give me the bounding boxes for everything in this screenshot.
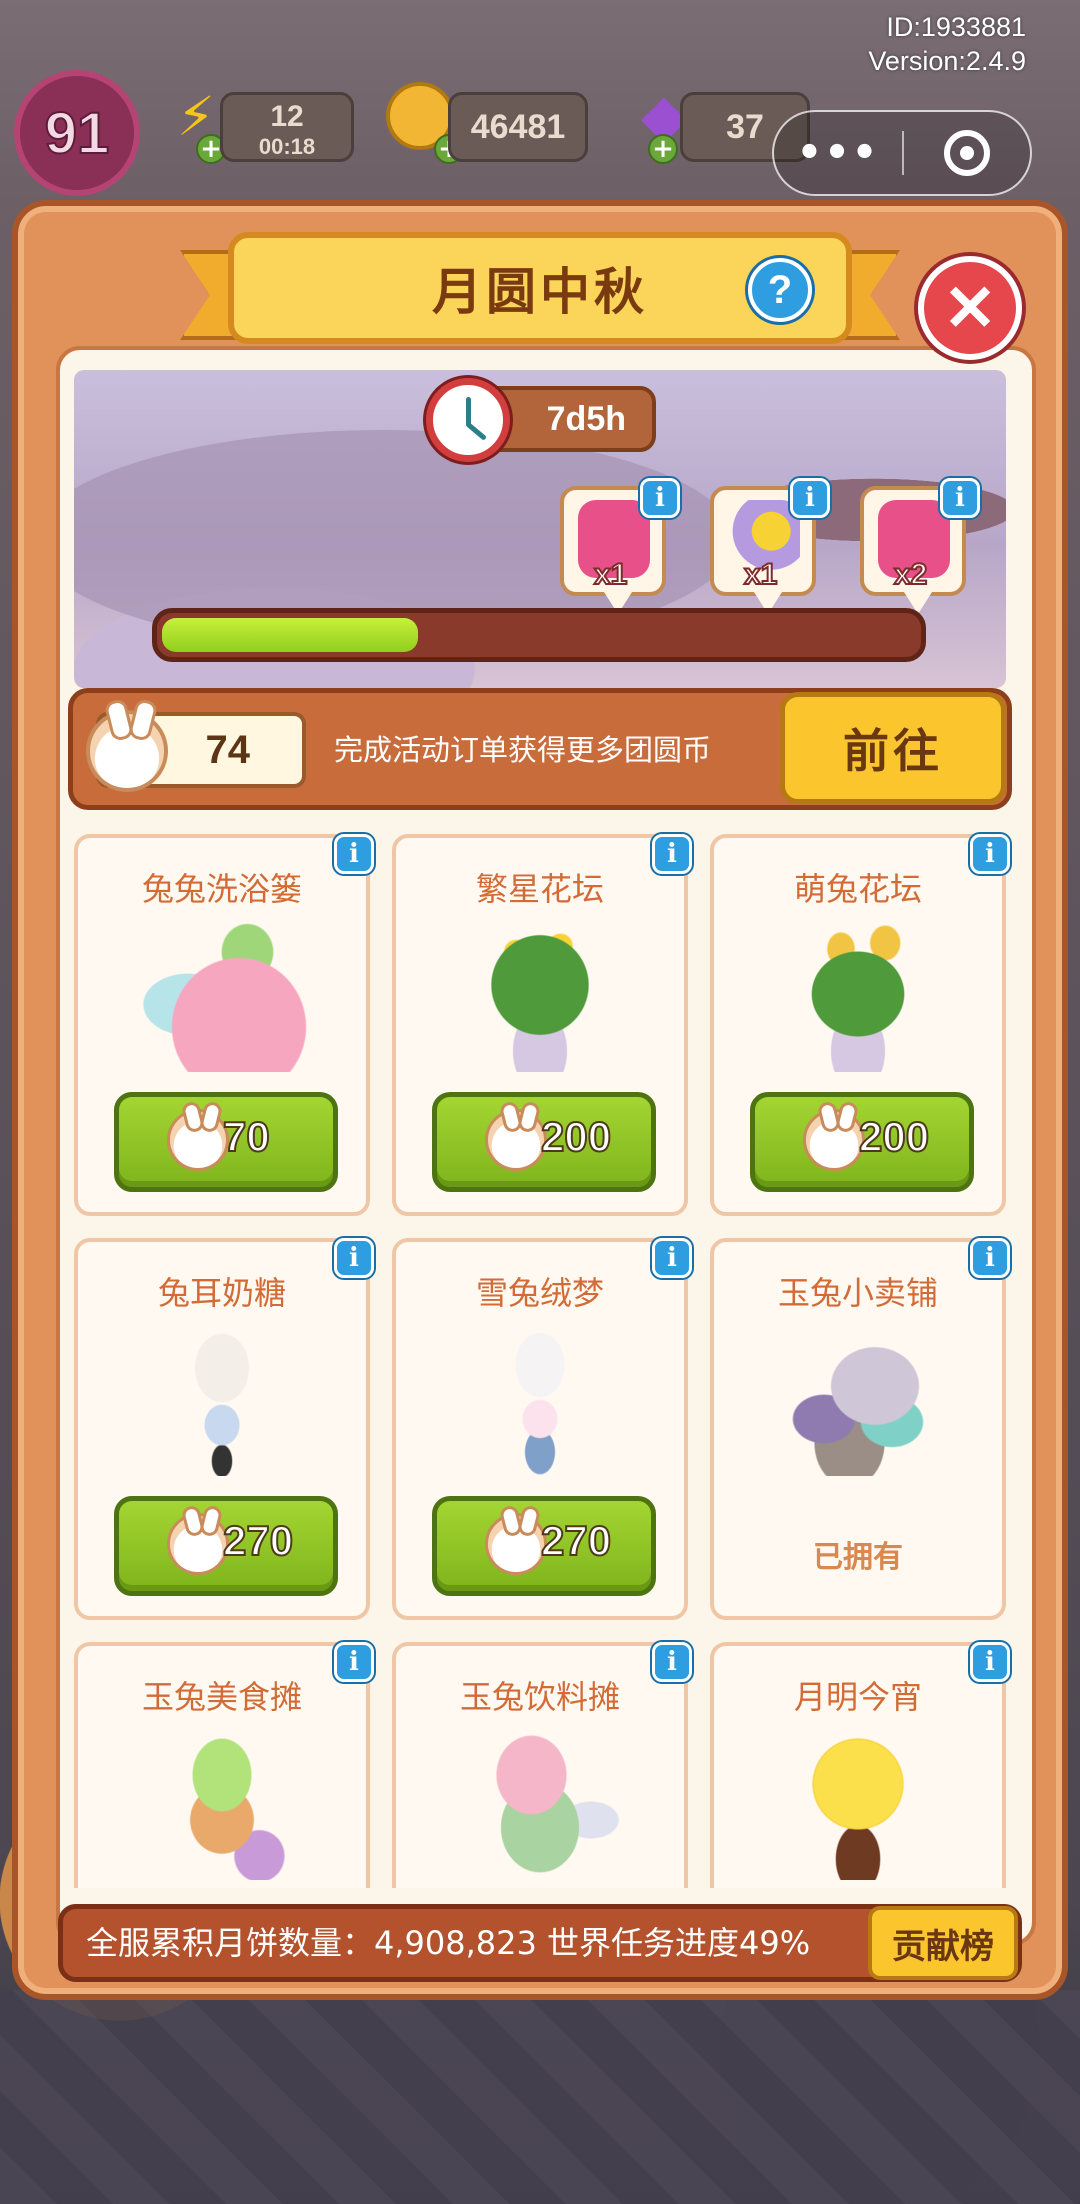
event-title: 月圆中秋 xyxy=(432,263,648,321)
item-name: 玉兔美食摊 xyxy=(141,1678,302,1716)
star-flowerbed-icon xyxy=(455,922,625,1072)
bunny-ear-girl-icon xyxy=(137,1326,307,1476)
bunny-flowerbed-icon xyxy=(773,922,943,1072)
item-name: 萌兔花坛 xyxy=(793,870,922,908)
item-info-icon[interactable]: i xyxy=(970,1238,1010,1278)
item-price: 200 xyxy=(858,1112,930,1161)
owned-label: 已拥有 xyxy=(813,1540,903,1575)
shop-item-card[interactable]: 兔兔洗浴篓 70 xyxy=(74,834,370,1216)
event-progress-bar xyxy=(152,608,926,662)
event-timer-text: 7d5h xyxy=(546,399,626,438)
world-progress-text: 全服累积月饼数量：4,908,823 世界任务进度49% xyxy=(86,1924,811,1962)
shop-item-card[interactable]: 玉兔小卖铺 已拥有 xyxy=(710,1238,1006,1620)
version-label: Version:2.4.9 xyxy=(868,46,1026,76)
bunny-coin-icon xyxy=(485,1513,547,1575)
reward-3-info-icon[interactable]: i xyxy=(940,478,980,518)
item-info-icon[interactable]: i xyxy=(334,1642,374,1682)
item-name: 兔耳奶糖 xyxy=(157,1274,286,1312)
item-name: 玉兔饮料摊 xyxy=(459,1678,620,1716)
shop-item-card[interactable]: 玉兔饮料摊 xyxy=(392,1642,688,1888)
food-stall-icon xyxy=(137,1730,307,1880)
item-info-icon[interactable]: i xyxy=(652,1238,692,1278)
go-button[interactable]: 前往 xyxy=(780,692,1006,804)
buy-button[interactable]: 270 xyxy=(432,1496,656,1596)
snow-bunny-boy-icon xyxy=(455,1326,625,1476)
bunny-coin-icon xyxy=(167,1513,229,1575)
drink-stall-icon xyxy=(455,1730,625,1880)
item-info-icon[interactable]: i xyxy=(970,834,1010,874)
shop-item-card[interactable]: 玉兔美食摊 xyxy=(74,1642,370,1888)
bath-basket-icon xyxy=(137,922,307,1072)
buy-button[interactable]: 70 xyxy=(114,1092,338,1192)
reward-qty: x2 xyxy=(893,557,928,592)
item-name: 玉兔小卖铺 xyxy=(777,1274,938,1312)
item-price: 270 xyxy=(540,1516,612,1565)
shop-item-card[interactable]: 萌兔花坛 200 xyxy=(710,834,1006,1216)
reward-qty: x1 xyxy=(593,557,628,592)
clock-icon xyxy=(426,378,510,462)
item-info-icon[interactable]: i xyxy=(970,1642,1010,1682)
player-id: ID:1933881 xyxy=(886,12,1026,42)
bunny-coin-icon xyxy=(803,1109,865,1171)
item-name: 繁星花坛 xyxy=(475,870,604,908)
moon-lamp-icon xyxy=(773,1730,943,1880)
build-info: ID:1933881 Version:2.4.9 xyxy=(868,10,1026,78)
energy-value: 12 xyxy=(270,100,304,133)
item-info-icon[interactable]: i xyxy=(652,1642,692,1682)
event-progress-fill xyxy=(162,618,419,652)
shop-item-card[interactable]: 月明今宵 xyxy=(710,1642,1006,1888)
coin-value: 46481 xyxy=(470,108,566,146)
background-floor xyxy=(0,1990,1080,2204)
reunion-coin-amount: 74 xyxy=(205,727,251,772)
exit-mini-program-button[interactable] xyxy=(904,130,1030,176)
rabbit-shop-icon xyxy=(773,1326,943,1476)
item-name: 兔兔洗浴篓 xyxy=(141,870,302,908)
player-level: 91 xyxy=(44,100,111,167)
item-info-icon[interactable]: i xyxy=(652,834,692,874)
item-info-icon[interactable]: i xyxy=(334,1238,374,1278)
mini-program-capsule: ••• xyxy=(772,110,1032,196)
reward-qty: x1 xyxy=(743,557,778,592)
coin-counter: 46481 xyxy=(448,92,588,162)
shop-item-card[interactable]: 兔耳奶糖 270 xyxy=(74,1238,370,1620)
bunny-coin-icon xyxy=(167,1109,229,1171)
player-level-badge[interactable]: 91 xyxy=(14,70,140,196)
reward-1-info-icon[interactable]: i xyxy=(640,478,680,518)
item-price: 200 xyxy=(540,1112,612,1161)
item-name: 月明今宵 xyxy=(793,1678,922,1716)
help-button[interactable]: ? xyxy=(748,258,812,322)
currency-hint: 完成活动订单获得更多团圆币 xyxy=(334,733,712,767)
bunny-coin-icon xyxy=(86,710,168,792)
energy-counter: 12 00:18 xyxy=(220,92,354,162)
item-price: 70 xyxy=(222,1112,271,1161)
bunny-coin-icon xyxy=(485,1109,547,1171)
buy-button[interactable]: 200 xyxy=(432,1092,656,1192)
item-price: 270 xyxy=(222,1516,294,1565)
shop-item-card[interactable]: 雪兔绒梦 270 xyxy=(392,1238,688,1620)
close-button[interactable]: ✕ xyxy=(918,256,1022,360)
energy-timer: 00:18 xyxy=(258,134,316,159)
more-menu-button[interactable]: ••• xyxy=(774,130,902,176)
item-name: 雪兔绒梦 xyxy=(475,1274,604,1312)
add-gems-button[interactable]: + xyxy=(648,134,678,164)
shop-item-card[interactable]: 繁星花坛 200 xyxy=(392,834,688,1216)
target-icon xyxy=(943,130,990,176)
contribution-rank-button[interactable]: 贡献榜 xyxy=(868,1906,1018,1980)
gem-value: 37 xyxy=(726,108,764,146)
buy-button[interactable]: 200 xyxy=(750,1092,974,1192)
item-info-icon[interactable]: i xyxy=(334,834,374,874)
buy-button[interactable]: 270 xyxy=(114,1496,338,1596)
reward-2-info-icon[interactable]: i xyxy=(790,478,830,518)
